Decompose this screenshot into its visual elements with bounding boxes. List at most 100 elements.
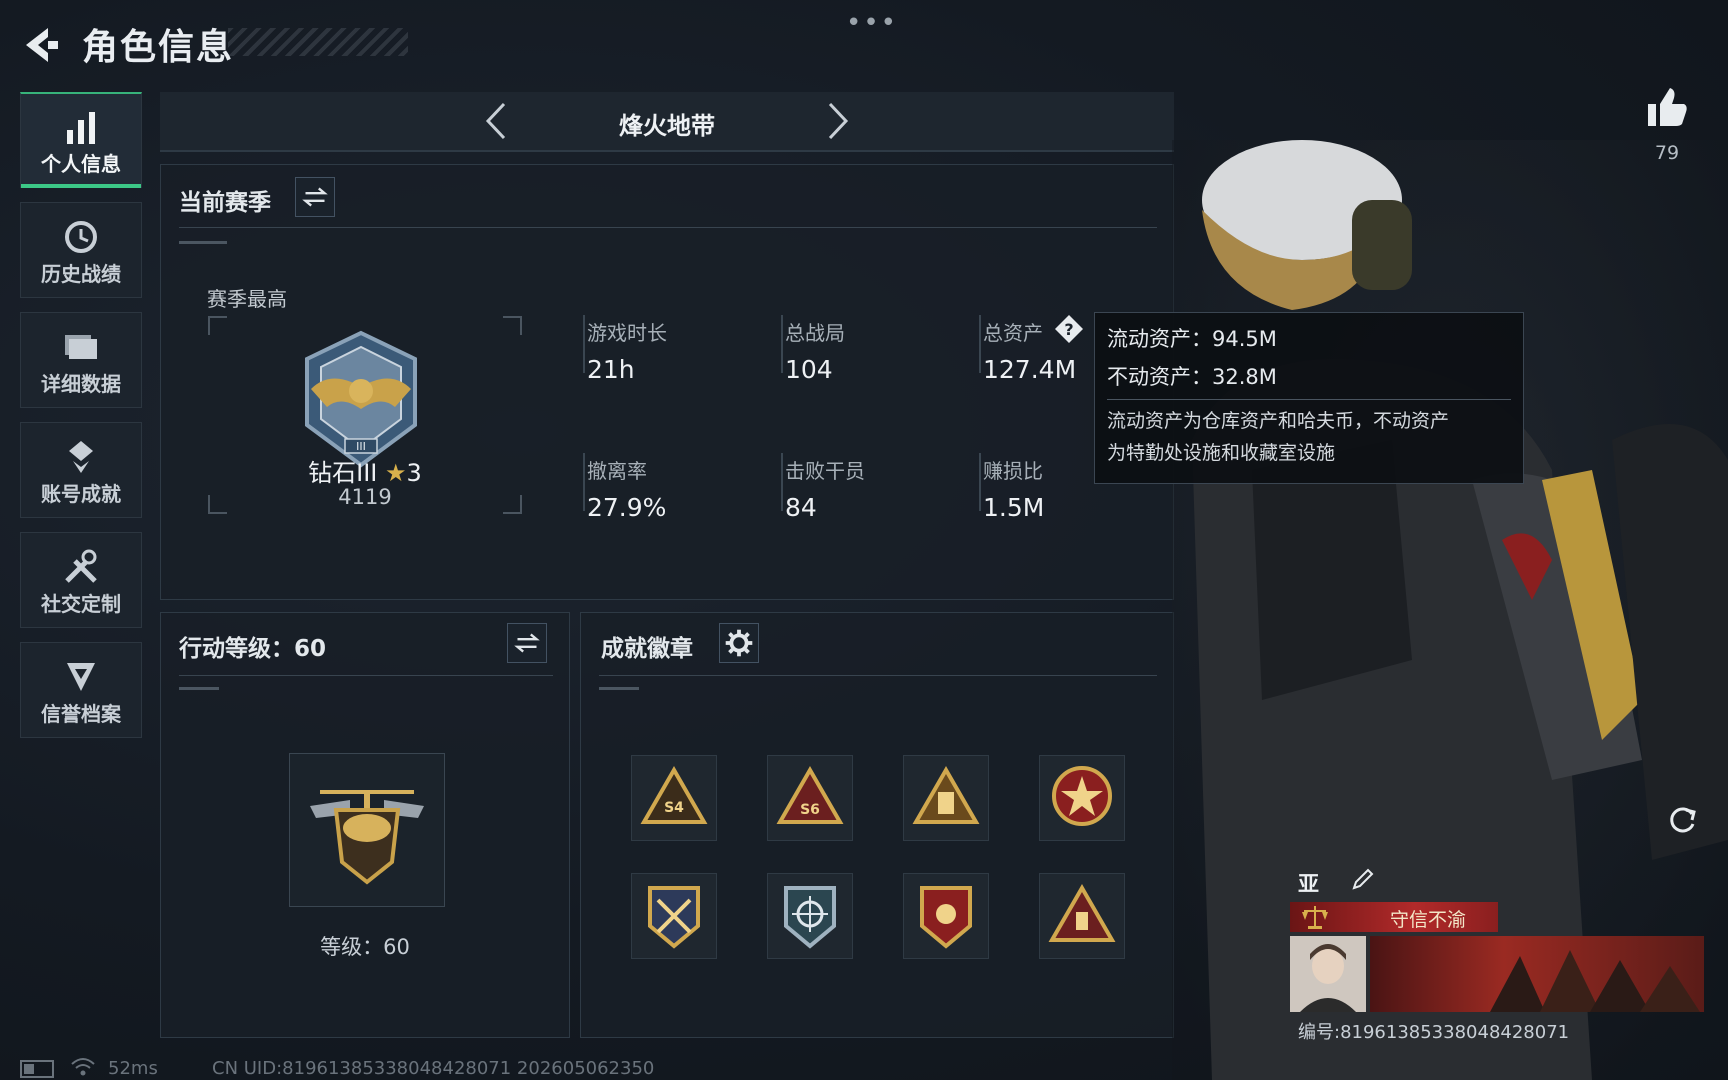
switch-level-icon[interactable] bbox=[507, 623, 547, 663]
sidebar-item-label: 信誉档案 bbox=[41, 702, 121, 726]
level-text: 等级：60 bbox=[320, 935, 410, 959]
divider bbox=[179, 675, 553, 676]
rotate-icon[interactable] bbox=[1664, 802, 1700, 838]
diamond-rank-emblem-icon: III bbox=[305, 330, 417, 468]
history-clock-icon bbox=[65, 221, 97, 253]
action-level-panel: 行动等级：60 等级：60 bbox=[160, 612, 570, 1038]
star-medal-icon bbox=[1052, 766, 1112, 826]
wifi-icon bbox=[71, 1058, 95, 1076]
avatar-portrait bbox=[1290, 936, 1366, 1012]
stat-label-playtime: 游戏时长 bbox=[587, 321, 667, 345]
chevron-right-icon[interactable] bbox=[816, 100, 856, 142]
rank-name-row: 钻石III ★3 bbox=[265, 453, 465, 488]
badges-panel: 成就徽章 S4 S6 bbox=[580, 612, 1174, 1038]
scales-icon bbox=[1302, 906, 1328, 929]
title-decoration bbox=[228, 28, 408, 56]
season-title: 当前赛季 bbox=[179, 190, 271, 216]
badge-label: S4 bbox=[664, 800, 684, 816]
badge-triangle-red[interactable] bbox=[1039, 873, 1125, 959]
triangle-badge-icon bbox=[1048, 883, 1116, 942]
player-card: 亚 守信不渝 编号:8196138533804842807​1 bbox=[1290, 862, 1710, 1043]
switch-season-icon[interactable] bbox=[295, 177, 335, 217]
gear-icon[interactable] bbox=[719, 623, 759, 663]
badge-label: S6 bbox=[800, 802, 820, 818]
divider bbox=[179, 227, 1157, 228]
sidebar-item-social[interactable]: 社交定制 bbox=[20, 532, 142, 628]
page-title: 角色信息 bbox=[82, 27, 235, 68]
sidebar-item-personal-info[interactable]: 个人信息 bbox=[20, 92, 142, 188]
stat-value-extract-rate: 27.9% bbox=[587, 493, 667, 522]
divider bbox=[179, 241, 227, 244]
achievement-icon bbox=[69, 441, 93, 473]
credit-banner: 守信不渝 bbox=[1290, 902, 1498, 932]
badge-s6[interactable]: S6 bbox=[767, 755, 853, 841]
asset-tooltip: 流动资产：94.5M 不动资产：32.8M 流动资产为仓库资产和哈夫币，不动资产… bbox=[1094, 312, 1524, 484]
mode-selector: 烽火地带 bbox=[160, 92, 1174, 152]
ping-text: 52ms bbox=[108, 1058, 158, 1079]
rank-name: 钻石III bbox=[308, 459, 378, 487]
tooltip-liquid-assets: 流动资产：94.5M bbox=[1107, 327, 1277, 351]
rank-score: 4119 bbox=[338, 485, 392, 509]
battery-icon bbox=[20, 1060, 54, 1078]
triangle-badge-icon: S4 bbox=[640, 765, 708, 824]
badge-crossed-rifles[interactable] bbox=[631, 873, 717, 959]
badge-crosshair[interactable] bbox=[767, 873, 853, 959]
tooltip-note-line2: 为特勤处设施和收藏室设施 bbox=[1107, 442, 1336, 464]
thumbs-up-icon[interactable] bbox=[1644, 84, 1690, 130]
divider bbox=[599, 675, 1157, 676]
triangle-badge-icon bbox=[912, 765, 980, 824]
sidebar-item-history[interactable]: 历史战绩 bbox=[20, 202, 142, 298]
season-best-label: 赛季最高 bbox=[207, 287, 287, 311]
tools-icon bbox=[65, 549, 97, 583]
stat-value-kills: 84 bbox=[785, 493, 817, 522]
sidebar-item-details[interactable]: 详细数据 bbox=[20, 312, 142, 408]
badge-red-shield[interactable] bbox=[903, 873, 989, 959]
stat-divider bbox=[583, 453, 585, 511]
divider bbox=[1107, 399, 1511, 400]
action-level-title: 行动等级：60 bbox=[179, 636, 327, 662]
avatar[interactable] bbox=[1290, 936, 1366, 1012]
likes-count: 79 bbox=[1654, 142, 1680, 164]
badge-s4[interactable]: S4 bbox=[631, 755, 717, 841]
badge-tower[interactable] bbox=[903, 755, 989, 841]
stat-divider bbox=[979, 453, 981, 511]
region-tag: 亚 bbox=[1298, 872, 1319, 896]
season-panel: 当前赛季 赛季最高 III 钻石III ★3 4119 游戏时长 21h 总战局… bbox=[160, 164, 1174, 600]
sidebar-item-label: 详细数据 bbox=[41, 372, 121, 396]
shield-badge-icon bbox=[920, 886, 972, 949]
folder-icon bbox=[65, 335, 97, 359]
stat-divider bbox=[781, 453, 783, 511]
stat-label-profit-ratio: 赚损比 bbox=[983, 459, 1043, 483]
svg-text:III: III bbox=[356, 440, 366, 453]
stat-divider bbox=[979, 315, 981, 373]
edit-pencil-icon[interactable] bbox=[1350, 866, 1376, 892]
name-card-banner bbox=[1370, 936, 1704, 1012]
rank-stars: 3 bbox=[406, 459, 422, 487]
sidebar-item-label: 个人信息 bbox=[41, 152, 121, 176]
back-arrow-icon[interactable] bbox=[18, 22, 64, 68]
tooltip-fixed-assets: 不动资产：32.8M bbox=[1107, 365, 1277, 389]
uid-text: CN UID:8196138533804842807​1 20260506235… bbox=[212, 1058, 655, 1079]
tooltip-note-line1: 流动资产为仓库资产和哈夫币，不动资产 bbox=[1107, 410, 1450, 432]
star-icon: ★ bbox=[385, 459, 407, 487]
stat-value-assets: 127.4M bbox=[983, 355, 1077, 384]
sidebar-item-credit[interactable]: 信誉档案 bbox=[20, 642, 142, 738]
squad-banner-art bbox=[1490, 950, 1700, 1012]
shield-crest-icon bbox=[67, 663, 95, 691]
bar-chart-icon bbox=[67, 112, 95, 144]
sidebar-item-achievements[interactable]: 账号成就 bbox=[20, 422, 142, 518]
stat-value-profit-ratio: 1.5M bbox=[983, 493, 1045, 522]
stat-label-extract-rate: 撤离率 bbox=[587, 459, 647, 483]
help-icon[interactable]: ? bbox=[1053, 313, 1085, 345]
svg-text:?: ? bbox=[1064, 320, 1073, 339]
more-menu-icon[interactable]: ••• bbox=[846, 8, 898, 38]
badges-title: 成就徽章 bbox=[601, 636, 693, 662]
sidebar-item-label: 社交定制 bbox=[41, 592, 121, 616]
level-emblem-frame bbox=[289, 753, 445, 907]
badge-star-medal[interactable] bbox=[1039, 755, 1125, 841]
stat-divider bbox=[781, 315, 783, 373]
shield-badge-icon bbox=[648, 886, 700, 949]
helicopter-emblem-icon bbox=[310, 790, 424, 885]
stat-label-matches: 总战局 bbox=[785, 321, 845, 345]
stat-value-playtime: 21h bbox=[587, 355, 635, 384]
